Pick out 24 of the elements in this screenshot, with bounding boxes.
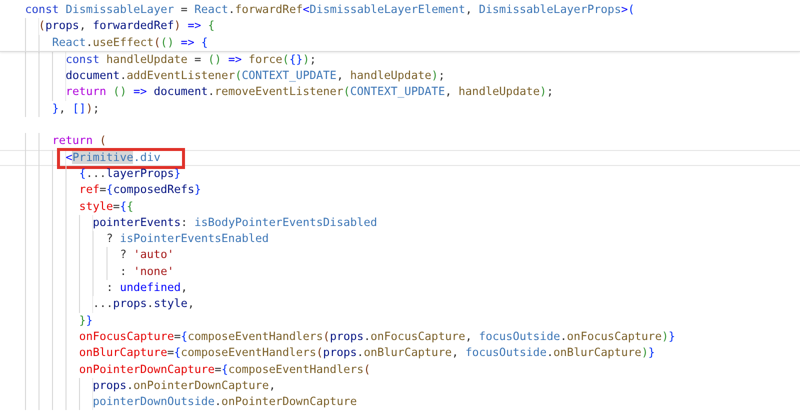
code-line: ? 'auto' — [120, 247, 174, 264]
code-line: style={{ — [79, 198, 134, 215]
code-line: onFocusCapture={composeEventHandlers(props.onFocusCapture, focusOutside.onFocusCapture)} — [79, 328, 676, 345]
code-line: return ( — [52, 133, 106, 150]
code-line: const handleUpdate = () => force({}); — [66, 52, 316, 68]
code-line: }, []); — [52, 100, 100, 117]
code-line: onPointerDownCapture={composeEventHandlers( — [79, 362, 370, 378]
code-line: ...props.style, — [92, 296, 194, 312]
code-line: <Primitive.div — [66, 150, 160, 166]
code-line: (props, forwardedRef) => { — [38, 18, 215, 34]
code-line: onBlurCapture={composeEventHandlers(props.onBlurCapture, focusOutside.onBlurCapture)} — [79, 345, 655, 362]
code-line: }} — [79, 312, 93, 329]
code-line: return () => document.removeEventListener(CONTEXT_UPDATE, handleUpdate); — [66, 84, 554, 100]
code-line: : 'none' — [120, 264, 174, 280]
code-line: pointerDownOutside.onPointerDownCapture — [92, 394, 357, 410]
code-line: document.addEventListener(CONTEXT_UPDATE, handleUpdate); — [66, 68, 445, 84]
code-line: ref={composedRefs} — [79, 182, 202, 198]
code-line: const DismissableLayer = React.forwardRef<DismissableLayerElement, DismissableLayerProps>( — [25, 2, 635, 18]
code-line: pointerEvents: isBodyPointerEventsDisabled — [92, 214, 378, 231]
code-line: ? isPointerEventsEnabled — [106, 231, 269, 248]
code-line: React.useEffect(() => { — [52, 34, 208, 51]
code-line: props.onPointerDownCapture, — [92, 378, 276, 394]
code-line: : undefined, — [106, 280, 188, 296]
code-line: {...layerProps} — [79, 166, 181, 182]
